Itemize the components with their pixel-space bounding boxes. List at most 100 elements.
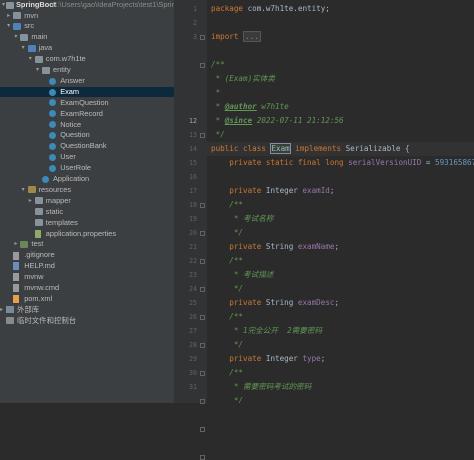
code-token: @since (224, 116, 253, 125)
tree-item[interactable]: ▾ entity (0, 65, 174, 76)
tree-item[interactable]: ▸ 外部库 (0, 305, 174, 316)
tree-item[interactable]: UserRole (0, 163, 174, 174)
tree-item[interactable]: HELP.md (0, 261, 174, 272)
line-number: 12 (189, 117, 197, 125)
tree-item[interactable]: QuestionBank (0, 141, 174, 152)
chevron-down-icon[interactable]: ▾ (20, 43, 27, 54)
fold-marker-icon[interactable] (200, 426, 205, 432)
code-token: 593165867104 (435, 158, 474, 167)
fold-marker-icon[interactable] (200, 286, 205, 292)
chevron-down-icon[interactable]: ▾ (12, 32, 19, 43)
tree-item[interactable]: static (0, 207, 174, 218)
tree-item[interactable]: ▾ main (0, 32, 174, 43)
tree-item-label: Question (60, 130, 90, 140)
code-editor[interactable]: package com.w7h1te.entity; import .../** … (207, 0, 474, 403)
code-token: * 需要密码考试的密码 (211, 382, 312, 391)
tree-item[interactable]: ▾ resources (0, 185, 174, 196)
line-number (174, 58, 197, 72)
fold-marker-icon[interactable] (200, 258, 205, 264)
fold-marker-icon[interactable] (200, 132, 205, 138)
tree-item[interactable]: ▸ mvn (0, 11, 174, 22)
chevron-right-icon[interactable]: ▸ (5, 11, 12, 22)
code-token: ; (334, 242, 340, 251)
line-number (174, 72, 197, 86)
fold-marker-icon[interactable] (200, 230, 205, 236)
code-line: * (Exam)实体类 (211, 72, 275, 86)
tree-item[interactable]: Application (0, 174, 174, 185)
tree-item[interactable]: 临时文件和控制台 (0, 316, 174, 327)
code-line: * @since 2022-07-11 21:12:56 (211, 114, 344, 128)
line-number: 16 (189, 173, 197, 181)
line-number: 13 (189, 131, 197, 139)
tree-item[interactable]: ▾ java (0, 43, 174, 54)
tree-item[interactable]: Notice (0, 120, 174, 131)
tree-item-label: templates (45, 217, 78, 227)
tree-item[interactable]: templates (0, 218, 174, 229)
tree-item[interactable]: mvnw.cmd (0, 283, 174, 294)
code-line: /** (211, 198, 243, 212)
code-token: w7h1te (256, 102, 289, 111)
line-number: 24 (189, 285, 197, 293)
scratches-icon (6, 317, 14, 325)
tree-item[interactable]: ▸ mapper (0, 196, 174, 207)
code-token[interactable]: ... (243, 31, 261, 42)
tree-item[interactable]: ▾ com.w7h1te (0, 54, 174, 65)
tree-item-label: 外部库 (17, 304, 40, 314)
tree-item-label: Application (53, 174, 90, 183)
source-folder-icon (27, 44, 36, 52)
tree-item-label: test (31, 239, 44, 249)
fold-marker-icon[interactable] (200, 454, 205, 460)
code-token: /** (211, 368, 244, 377)
fold-marker-icon[interactable] (200, 342, 205, 348)
line-number (174, 100, 197, 114)
tree-item[interactable]: ExamRecord (0, 109, 174, 120)
tree-item-label: .gitignore (24, 250, 55, 260)
tree-item-label: ExamRecord (60, 108, 103, 118)
tree-item[interactable]: Question (0, 130, 174, 141)
tree-item[interactable]: .gitignore (0, 250, 174, 261)
line-number: 23 (189, 271, 197, 279)
code-token: examDesc (297, 298, 335, 307)
fold-marker-icon[interactable] (200, 370, 205, 376)
code-token: serialVersionUID (348, 158, 422, 167)
tree-item-label: java (38, 43, 53, 53)
tree-item-label: Exam (60, 86, 80, 96)
code-token: String (265, 298, 298, 307)
line-number: 20 (189, 229, 197, 237)
code-token: Integer (265, 354, 303, 363)
tree-item[interactable]: Exam (0, 86, 174, 98)
chevron-right-icon[interactable]: ▸ (12, 239, 19, 250)
code-token: 2022-07-11 21:12:56 (252, 116, 344, 125)
chevron-down-icon[interactable]: ▾ (34, 65, 41, 76)
tree-item[interactable]: User (0, 152, 174, 163)
chevron-down-icon[interactable]: ▾ (5, 21, 12, 32)
tree-item-label: com.w7h1te (45, 54, 86, 64)
tree-item[interactable]: ▸ test (0, 239, 174, 250)
fold-marker-icon[interactable] (200, 34, 205, 40)
tree-item-label: HELP.md (24, 261, 55, 271)
fold-marker-icon[interactable] (200, 202, 205, 208)
java-class-icon (49, 121, 57, 129)
fold-marker-icon[interactable] (200, 314, 205, 320)
tree-item[interactable]: application.properties (0, 229, 174, 240)
chevron-down-icon[interactable]: ▾ (20, 185, 27, 196)
folder-icon (13, 12, 22, 19)
chevron-right-icon[interactable]: ▸ (27, 196, 34, 207)
tree-item[interactable]: pom.xml (0, 294, 174, 305)
project-root[interactable]: ▾ SpringBoot C:\Users\gao\IdeaProjects\t… (0, 0, 174, 11)
tree-item[interactable]: Answer (0, 76, 174, 87)
code-line: public class Exam implements Serializabl… (211, 142, 410, 156)
project-root-path: C:\Users\gao\IdeaProjects\test1\Springl (52, 0, 174, 9)
code-line: private Integer type; (211, 352, 325, 366)
tree-item[interactable]: ExamQuestion (0, 98, 174, 109)
code-token: import (211, 32, 244, 41)
fold-marker-icon[interactable] (200, 62, 205, 68)
line-number: 19 (189, 215, 197, 223)
line-number: 2 (193, 19, 197, 27)
chevron-right-icon[interactable]: ▸ (0, 305, 5, 316)
tree-item-label: 临时文件和控制台 (17, 315, 77, 325)
code-line: * 考试名称 (211, 212, 274, 226)
tree-item[interactable]: mvnw (0, 272, 174, 283)
chevron-down-icon[interactable]: ▾ (27, 54, 34, 65)
tree-item[interactable]: ▾ src (0, 21, 174, 32)
